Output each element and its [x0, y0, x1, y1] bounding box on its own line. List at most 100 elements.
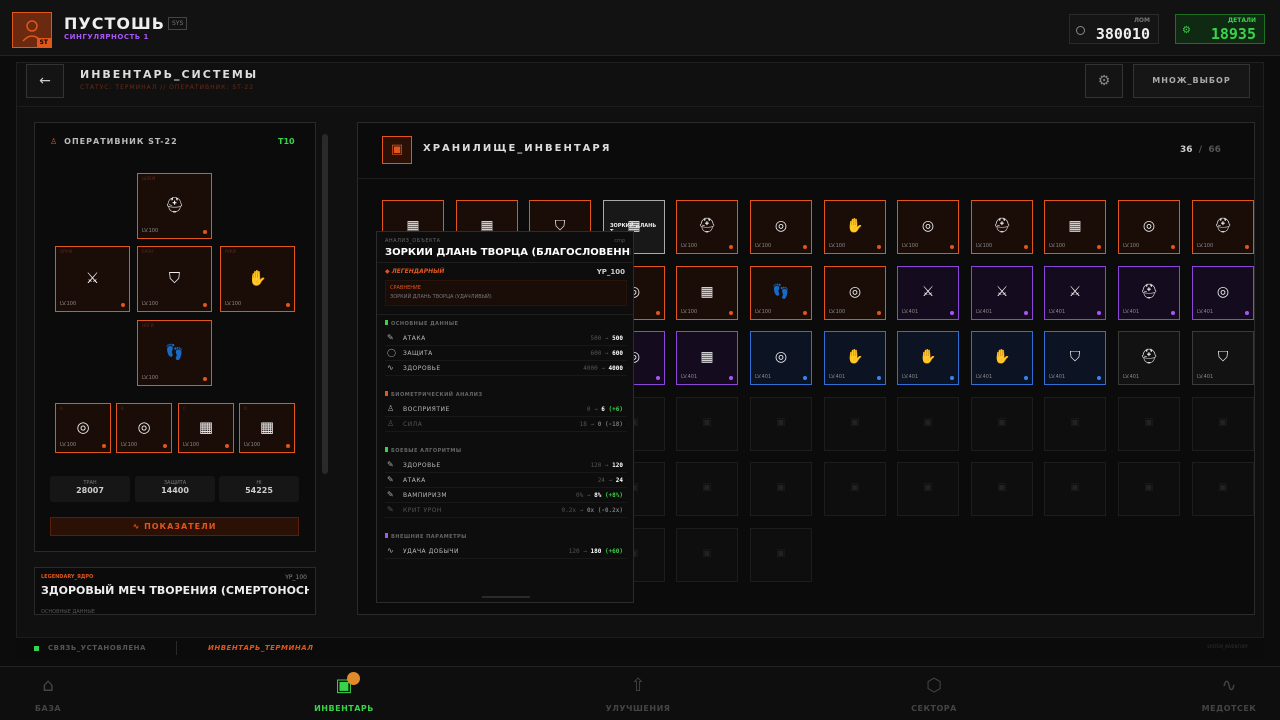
inventory-item[interactable]: ⛑ LV.401: [1118, 266, 1180, 320]
tooltip-label: АНАЛИЗ_ОБЪЕКТА: [385, 238, 441, 244]
inventory-item[interactable]: ✋ LV.401: [897, 331, 959, 385]
inventory-item[interactable]: ◎ LV.100: [1118, 200, 1180, 254]
inventory-item[interactable]: ◎ LV.401: [1192, 266, 1254, 320]
item-preview-card[interactable]: LEGENDARY_ЯДРО YP_100 ЗДОРОВЫЙ МЕЧ ТВОРЕ…: [34, 567, 316, 615]
inventory-item[interactable]: ⛉ LV.401: [1192, 331, 1254, 385]
stat-from: 24: [597, 477, 605, 484]
empty-slot[interactable]: ▣: [750, 462, 812, 516]
connection-indicator: [34, 646, 39, 651]
rarity-dot: [121, 303, 125, 307]
inventory-item[interactable]: ◎ LV.401: [750, 331, 812, 385]
empty-slot[interactable]: ▣: [676, 528, 738, 582]
back-button[interactable]: ←: [26, 64, 64, 98]
stat-box: HI 54225: [219, 476, 299, 502]
settings-button[interactable]: ⚙: [1085, 64, 1123, 98]
empty-slot[interactable]: ▣: [897, 462, 959, 516]
equipment-slot[interactable]: D ▦ LV.100: [239, 403, 295, 453]
inventory-item[interactable]: ✋ LV.401: [971, 331, 1033, 385]
equipment-slot[interactable]: B ◎ LV.100: [116, 403, 172, 453]
inventory-item[interactable]: ✋ LV.401: [824, 331, 886, 385]
status-right: SYSTEM_INVENTORY: [1207, 644, 1248, 649]
helmet-icon: ⛑: [1140, 349, 1158, 366]
item-level: LV.100: [225, 301, 242, 307]
inventory-item[interactable]: ⛑ LV.401: [1118, 331, 1180, 385]
empty-slot[interactable]: ▣: [971, 397, 1033, 451]
empty-slot[interactable]: ▣: [676, 462, 738, 516]
empty-slot[interactable]: ▣: [1118, 462, 1180, 516]
inventory-item[interactable]: ⚔ LV.401: [897, 266, 959, 320]
stat-to: 4000: [608, 365, 623, 372]
inventory-item[interactable]: ▦ LV.100: [1044, 200, 1106, 254]
inventory-item[interactable]: ⛑ LV.100: [971, 200, 1033, 254]
inventory-item[interactable]: ◎ LV.100: [824, 266, 886, 320]
equipment-slot[interactable]: РУКИ ✋ LV.100: [220, 246, 295, 312]
empty-slot[interactable]: ▣: [750, 528, 812, 582]
tooltip-level: YP_100: [596, 268, 625, 276]
empty-slot[interactable]: ▣: [1192, 397, 1254, 451]
empty-slot[interactable]: ▣: [824, 462, 886, 516]
inventory-item[interactable]: 👣 LV.100: [750, 266, 812, 320]
stat-value: 600 → 600: [590, 350, 623, 357]
box-icon: ▣: [776, 417, 786, 429]
nav-base[interactable]: ⌂ БАЗА: [0, 676, 108, 714]
currency-parts-value: 18935: [1210, 25, 1256, 43]
inventory-item[interactable]: ▦ LV.401: [676, 331, 738, 385]
stat-value: 0% → 8% (+8%): [576, 492, 623, 499]
inventory-item[interactable]: ⛑ LV.100: [676, 200, 738, 254]
inventory-item[interactable]: ◎ LV.100: [750, 200, 812, 254]
chip-icon: ▦: [198, 418, 214, 437]
empty-slot[interactable]: ▣: [897, 397, 959, 451]
inventory-item[interactable]: ✋ LV.100: [824, 200, 886, 254]
section-marker: [385, 533, 388, 538]
nav-sectors[interactable]: ⬡ СЕКТОРА: [874, 676, 994, 714]
stat-row: ✎ КРИТ УРОН 0.2x → 0x (-0.2x): [385, 504, 627, 518]
item-level: LV.100: [902, 243, 919, 249]
equipment-slot[interactable]: ОРУЖ ⚔ LV.100: [55, 246, 130, 312]
inventory-item[interactable]: ⛑ LV.100: [1192, 200, 1254, 254]
box-icon: ▣: [1144, 482, 1154, 494]
item-level: LV.100: [755, 309, 772, 315]
slot-label: C: [183, 406, 186, 411]
scrollbar[interactable]: [322, 134, 328, 474]
inventory-item[interactable]: ⛉ LV.401: [1044, 331, 1106, 385]
inventory-item[interactable]: ◎ LV.100: [897, 200, 959, 254]
rarity-dot: [1171, 376, 1175, 380]
tooltip-rarity: ◆ ЛЕГЕНДАРНЫЙ: [385, 268, 445, 275]
ring-icon: ◎: [774, 349, 788, 366]
metrics-button[interactable]: ∿ ПОКАЗАТЕЛИ: [50, 517, 299, 536]
inventory-item[interactable]: ▦ LV.100: [676, 266, 738, 320]
empty-slot[interactable]: ▣: [1192, 462, 1254, 516]
section-marker: [385, 320, 388, 325]
empty-slot[interactable]: ▣: [1118, 397, 1180, 451]
inventory-item[interactable]: ⚔ LV.401: [1044, 266, 1106, 320]
rarity-dot: [1245, 311, 1249, 315]
equipment-slot[interactable]: C ▦ LV.100: [178, 403, 234, 453]
equipment-slot[interactable]: ШЛЕМ ⛑ LV.100: [137, 173, 212, 239]
empty-slot[interactable]: ▣: [971, 462, 1033, 516]
nav-upgrades[interactable]: ⇧ УЛУЧШЕНИЯ: [578, 676, 698, 714]
shield-icon: ⛉: [168, 269, 181, 288]
gear-icon: ⚙: [1182, 25, 1191, 36]
player-subtitle: СИНГУЛЯРНОСТЬ 1: [64, 33, 149, 41]
equipment-slot[interactable]: A ◎ LV.100: [55, 403, 111, 453]
item-level: LV.100: [142, 301, 159, 307]
nav-medbay[interactable]: ∿ МЕДОТСЕК: [1169, 676, 1280, 714]
empty-slot[interactable]: ▣: [750, 397, 812, 451]
nav-label: БАЗА: [34, 704, 62, 713]
empty-slot[interactable]: ▣: [1044, 462, 1106, 516]
empty-slot[interactable]: ▣: [676, 397, 738, 451]
ring-icon: ◎: [921, 218, 935, 235]
item-level: LV.100: [1049, 243, 1066, 249]
stat-label: ЗДОРОВЬЕ: [403, 365, 441, 372]
equipment-slot[interactable]: БРОН ⛉ LV.100: [137, 246, 212, 312]
multi-select-button[interactable]: МНОЖ_ВЫБОР: [1133, 64, 1250, 98]
inventory-item[interactable]: ⚔ LV.401: [971, 266, 1033, 320]
empty-slot[interactable]: ▣: [824, 397, 886, 451]
stat-icon: ∿: [387, 363, 394, 372]
equipment-slot[interactable]: НОГИ 👣 LV.100: [137, 320, 212, 386]
stat-value: 500 → 500: [590, 335, 623, 342]
box-icon: ▣: [923, 482, 933, 494]
empty-slot[interactable]: ▣: [1044, 397, 1106, 451]
avatar[interactable]: ST: [12, 12, 52, 48]
nav-inventory[interactable]: ▣ ИНВЕНТАРЬ: [284, 676, 404, 714]
